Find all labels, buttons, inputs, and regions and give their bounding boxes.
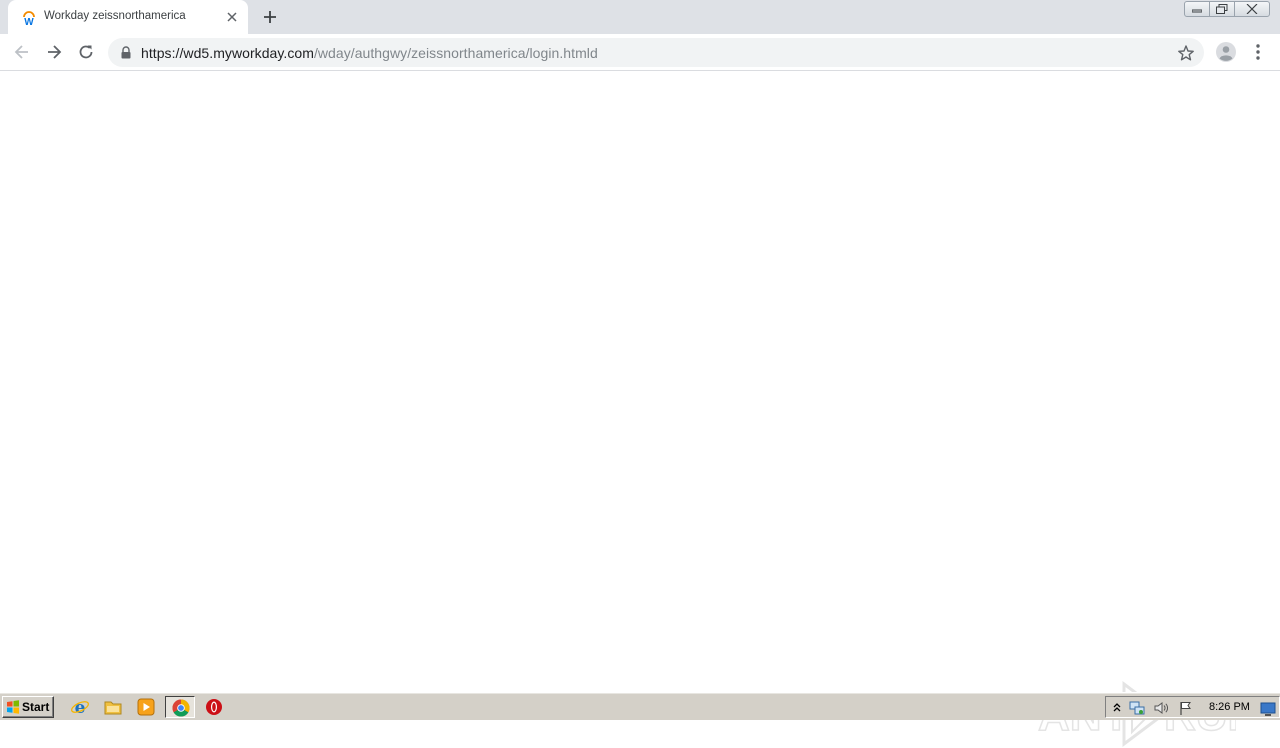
restore-icon [1216,4,1228,14]
close-window-button[interactable] [1234,1,1270,17]
chrome-taskbar-button[interactable] [165,696,195,718]
svg-text:e: e [75,698,86,717]
kebab-menu-icon[interactable] [1250,42,1266,62]
network-icon[interactable] [1129,700,1145,716]
show-desktop-icon[interactable] [1260,701,1276,717]
restore-button[interactable] [1209,1,1235,17]
tab-workday[interactable]: W Workday zeissnorthamerica [8,0,248,34]
close-window-icon [1246,4,1258,14]
taskbar-clock[interactable]: 8:26 PM [1209,701,1250,713]
minimize-icon [1192,9,1202,13]
new-tab-icon[interactable] [261,8,279,26]
close-tab-icon[interactable] [224,9,240,25]
reload-icon[interactable] [76,42,96,62]
star-icon[interactable] [1177,44,1195,62]
volume-icon[interactable] [1153,700,1169,716]
action-center-flag-icon[interactable] [1178,700,1194,716]
address-bar[interactable]: https://wd5.myworkday.com/wday/authgwy/z… [108,38,1204,67]
browser-toolbar: https://wd5.myworkday.com/wday/authgwy/z… [0,34,1280,71]
internet-explorer-icon[interactable]: e [70,697,90,717]
file-explorer-icon[interactable] [103,697,123,717]
workday-w-icon: W [23,11,35,26]
opera-icon[interactable] [204,697,224,717]
forward-arrow-icon[interactable] [44,42,64,62]
start-button[interactable]: Start [2,696,54,718]
tab-strip: W Workday zeissnorthamerica [0,0,1280,34]
show-hidden-icons-icon[interactable] [1109,700,1125,716]
start-label: Start [22,700,50,714]
system-tray: 8:26 PM [1105,696,1280,718]
svg-text:W: W [24,17,34,26]
page-content: ANY RUN [0,72,1280,747]
windows-logo-icon [7,700,19,714]
window-controls [1184,1,1270,17]
url-text[interactable]: https://wd5.myworkday.com/wday/authgwy/z… [141,45,598,61]
tab-title: Workday zeissnorthamerica [44,10,186,22]
url-host: https://wd5.myworkday.com [141,45,314,61]
back-arrow-icon[interactable] [12,42,32,62]
media-player-icon[interactable] [136,697,156,717]
profile-icon[interactable] [1215,41,1237,63]
lock-icon[interactable] [120,46,132,59]
chrome-icon [172,699,190,717]
url-path: /wday/authgwy/zeissnorthamerica/login.ht… [313,45,598,61]
minimize-button[interactable] [1184,1,1210,17]
taskbar: Start e 8:26 PM [0,692,1280,720]
